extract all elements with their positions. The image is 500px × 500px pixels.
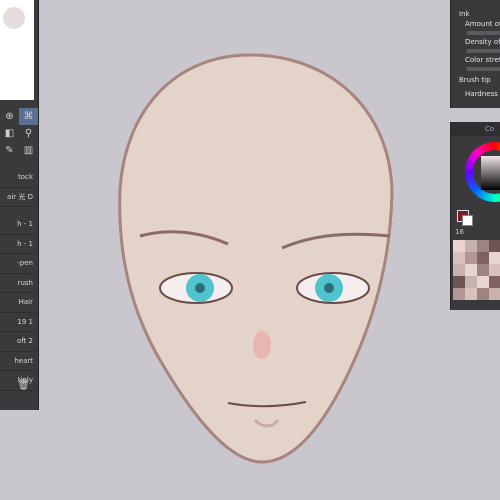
right-pupil <box>324 283 334 293</box>
edit-icon[interactable]: ✎ <box>0 142 19 159</box>
prop-label: Amount of p <box>465 20 500 28</box>
color-stretch-slider[interactable] <box>467 67 500 71</box>
prop-label: Brush tip <box>459 76 491 84</box>
brush-item[interactable]: heart <box>0 352 36 371</box>
brush-item[interactable]: air 光 D <box>0 188 36 207</box>
lasso-icon[interactable]: ⌘ <box>19 108 38 125</box>
brush-item[interactable]: h - 1 <box>0 235 36 254</box>
tool-property-panel: Ink Amount of p Density of p Color stret… <box>450 0 500 108</box>
palette-swatch[interactable] <box>477 288 489 300</box>
drawing-canvas[interactable] <box>0 0 500 500</box>
color-panel-header[interactable]: Co <box>451 122 500 136</box>
palette-swatch[interactable] <box>477 240 489 252</box>
palette-swatch[interactable] <box>465 288 477 300</box>
tool-icons: ⊕ ⌘ ◧ ⚲ ✎ ▥ <box>0 108 38 159</box>
flip-icon[interactable]: ◧ <box>0 125 19 142</box>
palette-swatch[interactable] <box>453 264 465 276</box>
brush-item[interactable]: tock <box>0 168 36 188</box>
palette-swatch[interactable] <box>453 288 465 300</box>
palette-swatch[interactable] <box>489 276 500 288</box>
palette-swatch[interactable] <box>489 252 500 264</box>
prop-label: Color stretc <box>465 56 500 64</box>
palette-swatch[interactable] <box>465 252 477 264</box>
palette-swatch[interactable] <box>453 252 465 264</box>
prop-label: Density of p <box>465 38 500 46</box>
prop-label: Ink <box>459 10 470 18</box>
prop-label: Hardness <box>465 90 498 98</box>
brush-list: tock air 光 D h - 1 h - 1 -pen rush Hair … <box>0 168 36 391</box>
head-shape <box>118 53 394 464</box>
density-slider[interactable] <box>467 49 500 53</box>
delete-icon[interactable]: 🗑 <box>0 380 36 394</box>
nose <box>253 331 271 359</box>
trash-icon[interactable]: ▥ <box>19 142 38 159</box>
brush-item[interactable]: Hair <box>0 293 36 313</box>
saturation-value-square[interactable] <box>481 156 500 190</box>
palette-swatch[interactable] <box>477 252 489 264</box>
palette-swatch[interactable] <box>477 276 489 288</box>
left-pupil <box>195 283 205 293</box>
palette-swatch[interactable] <box>465 264 477 276</box>
face-drawing <box>118 53 394 464</box>
palette-swatch[interactable] <box>489 288 500 300</box>
palette-swatch[interactable] <box>453 276 465 288</box>
amount-slider[interactable] <box>467 31 500 35</box>
palette-swatch[interactable] <box>453 240 465 252</box>
stamp-icon[interactable]: ⚲ <box>19 125 38 142</box>
sub-color-swatch[interactable] <box>462 215 473 226</box>
palette-swatch[interactable] <box>465 276 477 288</box>
brush-item[interactable]: oft 2 <box>0 332 36 352</box>
color-palette <box>453 240 500 300</box>
color-info: 16 <box>455 228 464 236</box>
brush-item[interactable]: 19 1 <box>0 313 36 332</box>
palette-swatch[interactable] <box>489 264 500 276</box>
add-icon[interactable]: ⊕ <box>0 108 19 125</box>
color-wheel-panel: Co 16 <box>450 122 500 310</box>
brush-item[interactable]: h - 1 <box>0 215 36 235</box>
palette-swatch[interactable] <box>477 264 489 276</box>
layer-brush-panel: ⊕ ⌘ ◧ ⚲ ✎ ▥ tock air 光 D h - 1 h - 1 -pen r… <box>0 0 39 410</box>
brush-divider <box>0 207 36 215</box>
brush-item[interactable]: -pen <box>0 254 36 274</box>
navigator-thumbnail[interactable] <box>0 0 34 100</box>
brush-item[interactable]: rush <box>0 274 36 293</box>
palette-swatch[interactable] <box>489 240 500 252</box>
palette-swatch[interactable] <box>465 240 477 252</box>
